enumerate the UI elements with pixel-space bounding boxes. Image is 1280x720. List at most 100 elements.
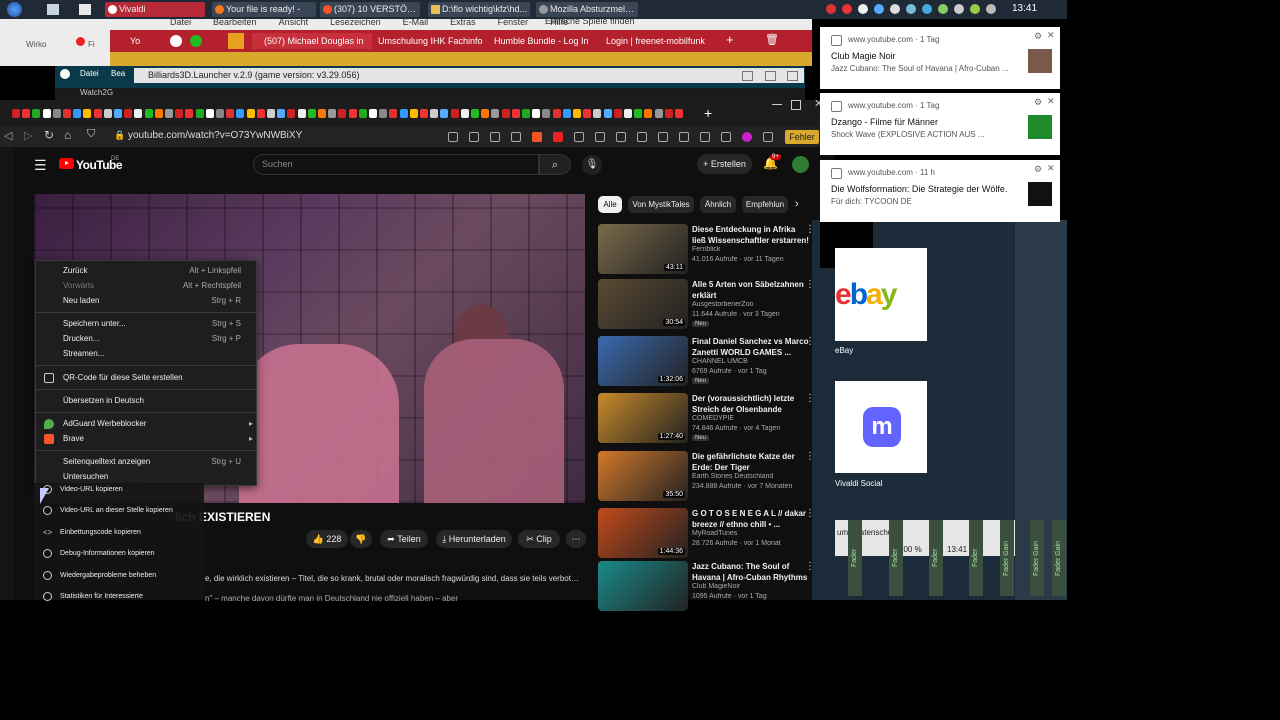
close-icon[interactable]	[658, 132, 668, 142]
browser-tab[interactable]	[114, 109, 122, 118]
leo-icon[interactable]	[763, 132, 773, 142]
browser-tab[interactable]	[73, 109, 82, 118]
video-thumbnail[interactable]	[598, 561, 688, 611]
recommendation-item[interactable]: 1:44:36 G O T O S E N E G A L // dakar br…	[598, 508, 828, 560]
browser-tab[interactable]	[675, 109, 683, 118]
window-icon[interactable]	[79, 4, 91, 15]
menu-item[interactable]: Lesezeichen	[330, 17, 381, 27]
browser-tab[interactable]	[644, 109, 653, 118]
browser-tab[interactable]	[358, 109, 367, 118]
browser-tab[interactable]	[154, 109, 163, 118]
browser-tab[interactable]	[664, 109, 673, 118]
close-icon[interactable]: ✕	[1047, 30, 1055, 41]
menu-item-copy-url-time[interactable]: Video-URL an dieser Stelle kopieren	[60, 504, 205, 517]
browser-tab[interactable]	[501, 109, 510, 118]
recommendation-item[interactable]: 35:50 Die gefährlichste Katze der Erde: D…	[598, 451, 828, 503]
fader-label[interactable]: Fader	[969, 520, 983, 596]
video-thumbnail[interactable]: 1:27:40	[598, 393, 688, 443]
start-orb-icon[interactable]	[7, 2, 22, 17]
youtube-logo-icon[interactable]	[59, 158, 74, 169]
video-title[interactable]: Alle 5 Arten von Säbelzahnen erklärt	[692, 279, 810, 301]
browser-tab[interactable]	[624, 109, 632, 118]
wallet-icon[interactable]	[574, 132, 584, 142]
puzzle-icon[interactable]	[679, 132, 689, 142]
notification-card[interactable]: www.youtube.com · 1 Tag Dzango - Filme fü…	[820, 93, 1060, 155]
browser-tab[interactable]	[83, 109, 92, 118]
browser-tab[interactable]	[409, 109, 418, 118]
video-thumbnail[interactable]: 35:50	[598, 451, 688, 501]
like-button[interactable]: 👍 228	[306, 530, 348, 548]
tray-icon[interactable]	[826, 4, 836, 14]
share-button[interactable]: ➦ Teilen	[380, 530, 428, 548]
billiards-launcher-titlebar[interactable]: Billiards3D.Launcher v.2.9 (game version…	[134, 68, 804, 83]
close-icon[interactable]: ✕	[1047, 96, 1055, 107]
browser-tab[interactable]	[593, 109, 602, 118]
menu-item-forward[interactable]: Vorwärts Alt + Rechtspfeil	[63, 279, 253, 293]
tray-icon[interactable]	[970, 4, 980, 14]
browser-tab[interactable]	[552, 109, 561, 118]
tray-icon[interactable]	[858, 4, 868, 14]
fader-label[interactable]: Fader Gain	[1030, 520, 1044, 596]
browser-tab[interactable]	[93, 109, 102, 118]
menu-item[interactable]: E-Mail	[403, 17, 429, 27]
taskbar-clock[interactable]: 13:41	[1012, 3, 1052, 14]
bookmark-item[interactable]: Wirko	[26, 40, 46, 49]
menu-item[interactable]: Ansicht	[279, 17, 309, 27]
taskbar-item-verstoeren[interactable]: (307) 10 VERSTÖREN...	[320, 2, 420, 17]
bookmark-item[interactable]: Fi	[88, 40, 95, 49]
menu-item-adguard[interactable]: AdGuard Werbeblocker ▸	[63, 417, 253, 431]
tray-icon[interactable]	[954, 4, 964, 14]
channel-name[interactable]: MyRoadTunes	[692, 530, 810, 537]
menu-item-copy-debug[interactable]: Debug-Informationen kopieren	[60, 547, 205, 560]
browser-tab[interactable]	[430, 109, 439, 118]
clip-button[interactable]: ✂ Clip	[518, 530, 560, 548]
menu-item[interactable]: Datei	[170, 17, 191, 27]
browser-tab[interactable]	[460, 109, 469, 118]
tray-icon[interactable]	[922, 4, 932, 14]
browser-tab[interactable]	[226, 109, 235, 118]
volume-icon[interactable]	[986, 4, 996, 14]
channel-name[interactable]: Fernblick	[692, 246, 810, 253]
video-description-2[interactable]: n" – manche davon dürfte man in Deutschl…	[205, 594, 580, 603]
speed-dial-mastodon[interactable]: m	[835, 381, 927, 473]
browser-tab[interactable]	[583, 109, 592, 118]
extension-icon[interactable]	[616, 132, 626, 142]
taskbar-item-vivaldi[interactable]: Vivaldi	[105, 2, 205, 17]
gear-icon[interactable]: ⚙	[1034, 97, 1042, 108]
browser-tab[interactable]	[205, 109, 214, 118]
browser-tab[interactable]	[63, 109, 71, 118]
video-thumbnail[interactable]: 43:11	[598, 224, 688, 274]
gear-icon[interactable]: ⚙	[1034, 31, 1042, 42]
chip-similar[interactable]: Ähnlich	[700, 196, 736, 213]
menu-item-translate[interactable]: Übersetzen in Deutsch	[63, 394, 253, 408]
browser-tab[interactable]	[287, 109, 296, 118]
avatar[interactable]	[792, 156, 809, 173]
browser-tab[interactable]	[185, 109, 194, 118]
search-input[interactable]: Suchen	[253, 154, 539, 175]
tab-humble-bundle[interactable]: Humble Bundle - Log In	[482, 33, 598, 49]
browser-tab[interactable]	[144, 109, 153, 118]
reload-icon[interactable]: ↻	[44, 128, 54, 142]
share-icon[interactable]	[448, 132, 458, 142]
browser-tab[interactable]	[124, 109, 133, 118]
browser-tab[interactable]	[175, 109, 184, 118]
maximize-icon[interactable]	[765, 71, 776, 81]
browser-tab[interactable]	[22, 109, 31, 118]
video-title[interactable]: G O T O S E N E G A L // dakar breeze //…	[692, 508, 810, 530]
channel-name[interactable]: CHANNEL UMCB	[692, 358, 810, 365]
chip-from-channel[interactable]: Von MystikTales	[628, 196, 694, 213]
chevron-right-icon[interactable]: ›	[795, 198, 799, 210]
reader-icon[interactable]	[511, 132, 521, 142]
menu-item[interactable]: Datei	[80, 69, 99, 78]
new-tab-icon[interactable]: +	[726, 32, 734, 47]
browser-tab[interactable]	[165, 109, 173, 118]
browser-tab[interactable]	[522, 109, 530, 118]
browser-tab[interactable]	[256, 109, 265, 118]
browser-tab[interactable]	[420, 109, 428, 118]
hamburger-icon[interactable]: ☰	[34, 157, 47, 174]
explorer-icon[interactable]	[47, 4, 59, 15]
browser-tab[interactable]	[338, 109, 347, 118]
menu-item-view-source[interactable]: Seitenquelltext anzeigen Strg + U	[63, 455, 253, 469]
browser-tab[interactable]	[216, 109, 224, 118]
browser-tab[interactable]	[542, 109, 551, 118]
